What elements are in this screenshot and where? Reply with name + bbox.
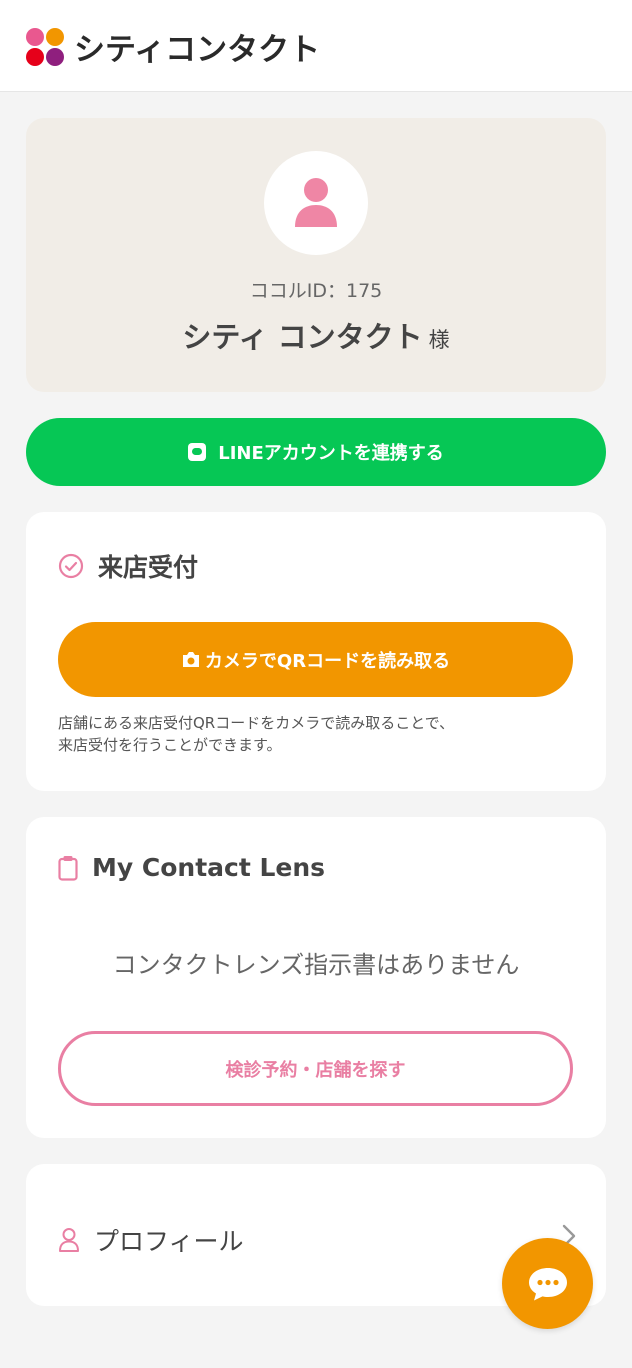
member-id: ココルID：175 [249,280,383,302]
visit-reception-card: 来店受付 カメラでQRコードを読み取る 店舗にある来店受付QRコードをカメラで読… [26,512,606,791]
user-icon [295,178,337,227]
user-outline-icon [58,1227,80,1253]
app-header: シティコンタクト [0,0,632,92]
visit-description: 店舗にある来店受付QRコードをカメラで読み取ることで、 来店受付を行うことができ… [58,712,578,756]
chat-bubble-icon [528,1267,567,1300]
line-link-label: LINEアカウントを連携する [218,443,444,464]
logo-text: シティコンタクト [74,32,321,68]
find-store-button[interactable]: 検診予約・店舗を探す [58,1031,573,1106]
visit-title: 来店受付 [58,548,198,584]
member-name-text: シティ コンタクト [182,320,423,354]
logo-mark-icon [26,27,64,66]
line-icon [188,443,207,461]
clipboard-icon [58,855,78,881]
camera-icon [181,651,201,669]
lens-title: My Contact Lens [58,853,325,882]
visit-title-text: 来店受付 [98,553,199,582]
check-circle-icon [58,553,84,579]
chat-button[interactable] [502,1238,593,1329]
profile-label: プロフィール [94,1227,244,1256]
contact-lens-card: My Contact Lens コンタクトレンズ指示書はありません 検診予約・店… [26,817,606,1138]
honorific: 様 [428,328,450,352]
scan-qr-button[interactable]: カメラでQRコードを読み取る [58,622,573,697]
scan-qr-label: カメラでQRコードを読み取る [204,650,451,672]
profile-card: ココルID：175 シティ コンタクト様 [26,118,606,392]
visit-description-line2: 来店受付を行うことができます。 [58,736,282,754]
member-name: シティ コンタクト様 [26,314,606,356]
brand-logo[interactable]: シティコンタクト [26,24,320,69]
line-link-button[interactable]: LINEアカウントを連携する [26,418,606,486]
visit-description-line1: 店舗にある来店受付QRコードをカメラで読み取ることで、 [58,714,455,732]
avatar [264,151,368,255]
lens-title-text: My Contact Lens [92,853,326,882]
profile-row: プロフィール [58,1222,244,1258]
lens-empty-message: コンタクトレンズ指示書はありません [112,951,520,979]
